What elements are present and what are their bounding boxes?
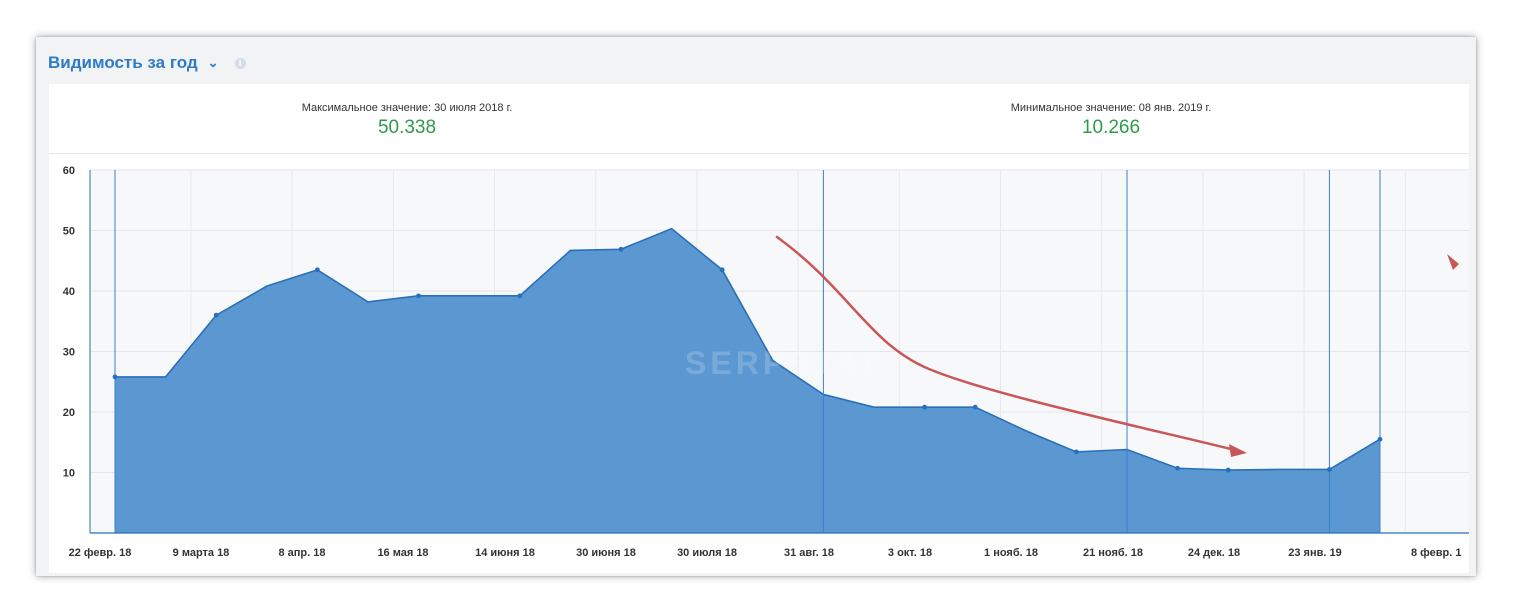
data-point bbox=[1074, 449, 1079, 455]
y-tick-label: 10 bbox=[63, 468, 75, 480]
x-tick-label: 30 июня 18 bbox=[576, 547, 636, 559]
data-point bbox=[517, 293, 523, 299]
data-point bbox=[1327, 467, 1332, 472]
card-title[interactable]: Видимость за год bbox=[48, 53, 198, 73]
info-icon[interactable]: i bbox=[234, 57, 246, 69]
data-point bbox=[112, 374, 118, 380]
x-tick-label: 24 дек. 18 bbox=[1188, 547, 1240, 559]
x-tick-label: 30 июля 18 bbox=[677, 547, 737, 559]
x-tick-label: 23 янв. 19 bbox=[1288, 547, 1341, 559]
data-point bbox=[416, 293, 421, 299]
x-tick-label: 8 апр. 18 bbox=[278, 547, 325, 559]
data-point bbox=[1175, 465, 1180, 471]
x-tick-label: 1 нояб. 18 bbox=[984, 547, 1038, 559]
y-tick-label: 20 bbox=[63, 407, 75, 419]
y-tick-label: 30 bbox=[63, 347, 75, 359]
y-tick-label: 40 bbox=[63, 286, 75, 298]
x-tick-label: 31 авг. 18 bbox=[784, 547, 834, 559]
visibility-card: Видимость за год ⌄ i Максимальное значен… bbox=[36, 37, 1476, 576]
y-tick-label: 60 bbox=[63, 165, 75, 177]
x-tick-label: 16 мая 18 bbox=[377, 547, 428, 559]
y-tick-label: 50 bbox=[63, 226, 75, 238]
x-tick-label: 3 окт. 18 bbox=[888, 547, 932, 559]
data-point bbox=[972, 404, 978, 410]
visibility-area-chart: 10 20 30 40 50 60 SERPSTAT 22 февр. 18 9 марта 1… bbox=[63, 165, 1469, 559]
x-tick-label: 22 февр. 18 bbox=[69, 547, 132, 559]
x-tick-label: 8 февр. 1 bbox=[1411, 547, 1461, 559]
data-point bbox=[1377, 436, 1383, 442]
data-point bbox=[719, 267, 725, 273]
data-point bbox=[315, 267, 320, 273]
x-tick-label: 21 нояб. 18 bbox=[1083, 547, 1143, 559]
data-point bbox=[213, 312, 219, 318]
chart-panel: Максимальное значение: 30 июля 2018 г. 5… bbox=[49, 84, 1469, 573]
data-point bbox=[922, 404, 927, 410]
chevron-down-icon[interactable]: ⌄ bbox=[208, 55, 219, 71]
serpstat-watermark: SERPSTAT bbox=[685, 345, 883, 381]
x-tick-label: 14 июня 18 bbox=[475, 547, 535, 559]
x-tick-label: 9 марта 18 bbox=[173, 547, 230, 559]
data-point bbox=[1225, 467, 1231, 473]
data-point bbox=[618, 246, 624, 252]
card-header: Видимость за год ⌄ i bbox=[48, 51, 246, 75]
